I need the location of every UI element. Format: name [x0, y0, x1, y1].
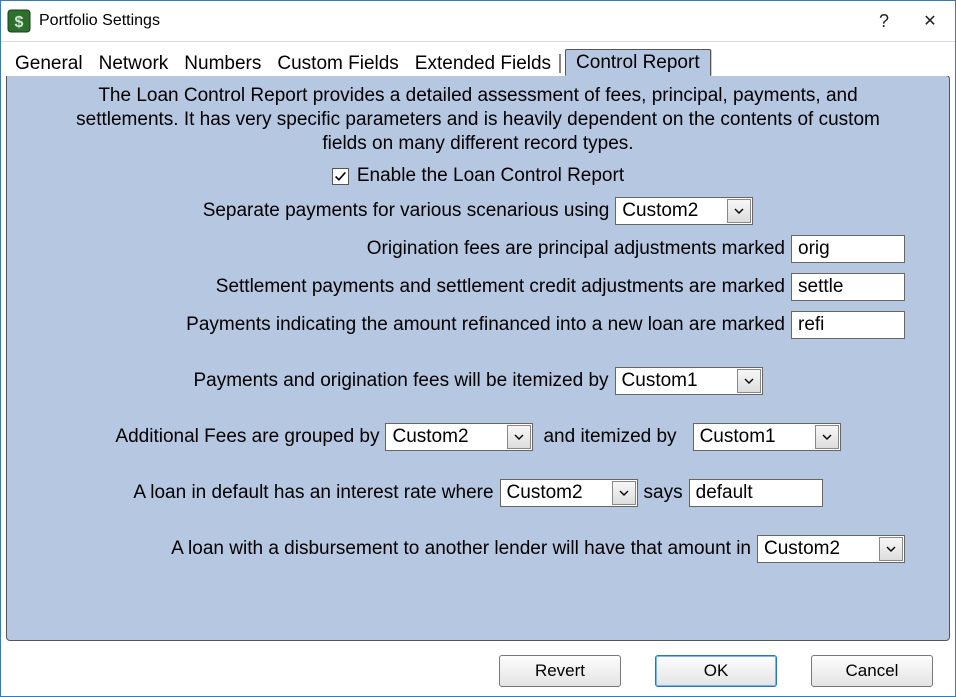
tab-numbers[interactable]: Numbers: [176, 51, 269, 76]
additional-fees-item-select[interactable]: Custom1: [693, 423, 841, 451]
chevron-down-icon: [727, 199, 751, 223]
title-bar: $ Portfolio Settings ? ✕: [1, 1, 955, 42]
close-icon: ✕: [923, 11, 936, 31]
origination-fees-label: Origination fees are principal adjustmen…: [367, 238, 785, 260]
intro-text: The Loan Control Report provides a detai…: [53, 84, 903, 155]
additional-fees-label-a: Additional Fees are grouped by: [115, 426, 379, 448]
button-bar: Revert OK Cancel: [1, 646, 955, 696]
default-loan-field-select[interactable]: Custom2: [500, 479, 638, 507]
default-loan-label-b: says: [644, 482, 683, 504]
chevron-down-icon: [879, 537, 903, 561]
additional-fees-label-b: and itemized by: [543, 426, 676, 448]
app-icon: $: [7, 9, 31, 33]
disbursement-label: A loan with a disbursement to another le…: [171, 538, 751, 560]
svg-text:$: $: [15, 14, 24, 31]
chevron-down-icon: [507, 425, 531, 449]
itemized-by-label: Payments and origination fees will be it…: [193, 370, 608, 392]
settlement-payments-label: Settlement payments and settlement credi…: [216, 276, 785, 298]
control-report-panel: The Loan Control Report provides a detai…: [6, 75, 950, 641]
revert-button[interactable]: Revert: [499, 655, 621, 687]
ok-button[interactable]: OK: [655, 655, 777, 687]
tab-strip: General Network Numbers Custom Fields Ex…: [1, 42, 955, 76]
help-icon: ?: [879, 11, 889, 32]
tab-control-report[interactable]: Control Report: [565, 49, 711, 76]
chevron-down-icon: [815, 425, 839, 449]
help-button[interactable]: ?: [861, 2, 907, 40]
itemized-by-select[interactable]: Custom1: [615, 367, 763, 395]
tab-custom-fields[interactable]: Custom Fields: [269, 51, 406, 76]
refinanced-payments-input[interactable]: refi: [791, 311, 905, 339]
default-loan-label-a: A loan in default has an interest rate w…: [133, 482, 493, 504]
close-button[interactable]: ✕: [907, 2, 953, 40]
enable-report-label: Enable the Loan Control Report: [357, 165, 624, 187]
check-icon: [332, 168, 349, 185]
window-title: Portfolio Settings: [39, 12, 861, 30]
cancel-button[interactable]: Cancel: [811, 655, 933, 687]
tab-general[interactable]: General: [7, 51, 91, 76]
enable-report-checkbox[interactable]: Enable the Loan Control Report: [332, 165, 624, 187]
settlement-payments-input[interactable]: settle: [791, 273, 905, 301]
separate-payments-label: Separate payments for various scenarious…: [203, 200, 610, 222]
disbursement-select[interactable]: Custom2: [757, 535, 905, 563]
separate-payments-select[interactable]: Custom2: [615, 197, 753, 225]
default-loan-text-input[interactable]: default: [689, 479, 823, 507]
tab-extended-fields[interactable]: Extended Fields: [407, 51, 559, 76]
chevron-down-icon: [612, 481, 636, 505]
refinanced-payments-label: Payments indicating the amount refinance…: [186, 314, 785, 336]
additional-fees-group-select[interactable]: Custom2: [385, 423, 533, 451]
chevron-down-icon: [737, 369, 761, 393]
window-frame: $ Portfolio Settings ? ✕ General Network…: [0, 0, 956, 697]
tab-network[interactable]: Network: [91, 51, 177, 76]
origination-fees-input[interactable]: orig: [791, 235, 905, 263]
